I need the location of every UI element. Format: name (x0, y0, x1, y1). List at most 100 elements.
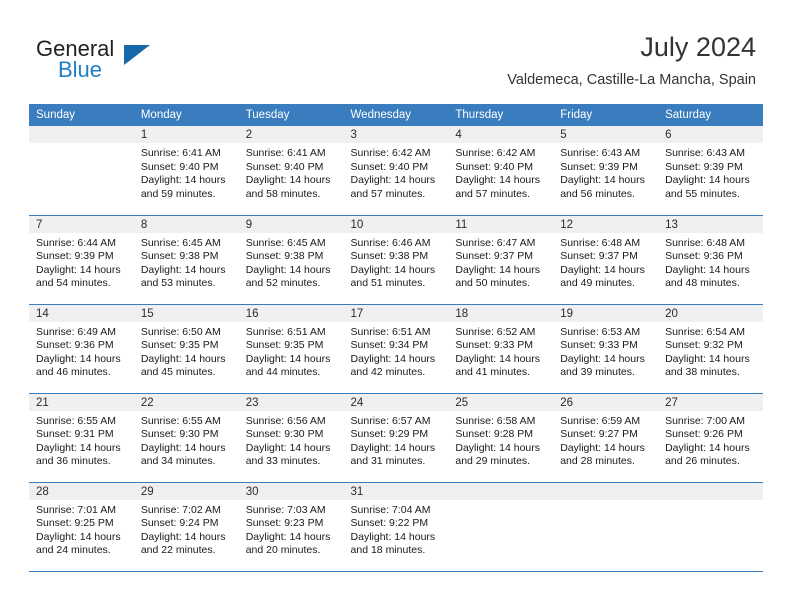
daylight-text-line1: Daylight: 14 hours (36, 530, 121, 543)
day-cell[interactable] (553, 481, 659, 571)
day-cell[interactable]: 31 Sunrise: 7:04 AM Sunset: 9:22 PM Dayl… (343, 481, 449, 571)
day-number: 10 (343, 215, 449, 233)
day-details: Sunrise: 7:03 AM Sunset: 9:23 PM Dayligh… (239, 500, 344, 558)
calendar-body: 1 Sunrise: 6:41 AM Sunset: 9:40 PM Dayli… (29, 126, 763, 571)
day-cell[interactable]: 12 Sunrise: 6:48 AM Sunset: 9:37 PM Dayl… (553, 214, 659, 304)
day-number: 7 (29, 215, 134, 233)
day-details: Sunrise: 6:41 AM Sunset: 9:40 PM Dayligh… (134, 143, 239, 201)
daylight-text-line2: and 39 minutes. (560, 366, 635, 379)
day-cell[interactable]: 26 Sunrise: 6:59 AM Sunset: 9:27 PM Dayl… (553, 392, 659, 482)
day-cell[interactable]: 27 Sunrise: 7:00 AM Sunset: 9:26 PM Dayl… (658, 392, 763, 482)
daylight-text-line2: and 49 minutes. (560, 277, 635, 290)
day-cell[interactable]: 25 Sunrise: 6:58 AM Sunset: 9:28 PM Dayl… (448, 392, 554, 482)
sunrise-text: Sunrise: 6:56 AM (245, 414, 326, 427)
sunset-text: Sunset: 9:25 PM (36, 517, 114, 530)
day-cell[interactable]: 13 Sunrise: 6:48 AM Sunset: 9:36 PM Dayl… (658, 214, 763, 304)
daylight-text-line1: Daylight: 14 hours (140, 352, 226, 365)
sunset-text: Sunset: 9:24 PM (140, 517, 219, 530)
daylight-text-line2: and 51 minutes. (350, 277, 426, 290)
day-number: 1 (133, 126, 239, 143)
sunset-text: Sunset: 9:40 PM (350, 160, 429, 173)
day-details: Sunrise: 6:51 AM Sunset: 9:34 PM Dayligh… (344, 322, 449, 380)
day-number: 23 (238, 393, 344, 411)
day-cell[interactable]: 16 Sunrise: 6:51 AM Sunset: 9:35 PM Dayl… (238, 303, 344, 393)
day-cell[interactable]: 23 Sunrise: 6:56 AM Sunset: 9:30 PM Dayl… (238, 392, 344, 482)
day-cell[interactable]: 7 Sunrise: 6:44 AM Sunset: 9:39 PM Dayli… (29, 214, 134, 304)
sunset-text: Sunset: 9:39 PM (560, 160, 638, 173)
page-header: General Blue July 2024 Valdemeca, Castil… (0, 0, 792, 100)
day-cell[interactable] (448, 481, 554, 571)
daylight-text-line1: Daylight: 14 hours (245, 530, 331, 543)
day-cell[interactable]: 4 Sunrise: 6:42 AM Sunset: 9:40 PM Dayli… (448, 126, 554, 215)
daylight-text-line2: and 48 minutes. (665, 277, 740, 290)
day-cell[interactable]: 10 Sunrise: 6:46 AM Sunset: 9:38 PM Dayl… (343, 214, 449, 304)
daylight-text-line2: and 52 minutes. (245, 277, 321, 290)
daylight-text-line2: and 33 minutes. (245, 455, 321, 468)
day-cell[interactable]: 19 Sunrise: 6:53 AM Sunset: 9:33 PM Dayl… (553, 303, 659, 393)
sunset-text: Sunset: 9:31 PM (36, 428, 114, 441)
sunset-text: Sunset: 9:36 PM (665, 250, 743, 263)
day-cell[interactable] (658, 481, 763, 571)
weekday-header-wednesday: Wednesday (343, 104, 449, 126)
day-cell[interactable]: 20 Sunrise: 6:54 AM Sunset: 9:32 PM Dayl… (658, 303, 763, 393)
daylight-text-line2: and 59 minutes. (140, 187, 216, 200)
weekday-header-thursday: Thursday (448, 104, 554, 126)
day-cell[interactable]: 8 Sunrise: 6:45 AM Sunset: 9:38 PM Dayli… (133, 214, 239, 304)
day-cell[interactable]: 1 Sunrise: 6:41 AM Sunset: 9:40 PM Dayli… (133, 126, 239, 215)
sunset-text: Sunset: 9:32 PM (665, 339, 743, 352)
day-cell[interactable]: 14 Sunrise: 6:49 AM Sunset: 9:36 PM Dayl… (29, 303, 134, 393)
day-cell[interactable]: 28 Sunrise: 7:01 AM Sunset: 9:25 PM Dayl… (29, 481, 134, 571)
day-cell[interactable]: 11 Sunrise: 6:47 AM Sunset: 9:37 PM Dayl… (448, 214, 554, 304)
daylight-text-line1: Daylight: 14 hours (245, 441, 331, 454)
daylight-text-line1: Daylight: 14 hours (36, 263, 121, 276)
day-number: 18 (448, 304, 554, 322)
daylight-text-line2: and 42 minutes. (350, 366, 426, 379)
day-number: 14 (29, 304, 134, 322)
sunrise-text: Sunrise: 6:51 AM (350, 325, 431, 338)
day-number: 19 (553, 304, 659, 322)
day-details: Sunrise: 7:04 AM Sunset: 9:22 PM Dayligh… (344, 500, 449, 558)
sunset-text: Sunset: 9:38 PM (245, 250, 324, 263)
calendar-bottom-border (29, 571, 763, 572)
day-number: 31 (343, 482, 449, 500)
day-cell[interactable]: 22 Sunrise: 6:55 AM Sunset: 9:30 PM Dayl… (133, 392, 239, 482)
daylight-text-line1: Daylight: 14 hours (350, 441, 436, 454)
daylight-text-line2: and 44 minutes. (245, 366, 321, 379)
sunset-text: Sunset: 9:36 PM (36, 339, 114, 352)
day-number: 24 (343, 393, 449, 411)
day-cell[interactable]: 3 Sunrise: 6:42 AM Sunset: 9:40 PM Dayli… (343, 126, 449, 215)
sunrise-text: Sunrise: 6:51 AM (245, 325, 326, 338)
daylight-text-line2: and 57 minutes. (350, 187, 426, 200)
day-cell[interactable]: 29 Sunrise: 7:02 AM Sunset: 9:24 PM Dayl… (133, 481, 239, 571)
daylight-text-line2: and 36 minutes. (36, 455, 111, 468)
sunrise-text: Sunrise: 6:52 AM (455, 325, 536, 338)
daylight-text-line2: and 54 minutes. (36, 277, 111, 290)
sunrise-text: Sunrise: 7:00 AM (665, 414, 746, 427)
day-cell[interactable]: 17 Sunrise: 6:51 AM Sunset: 9:34 PM Dayl… (343, 303, 449, 393)
daylight-text-line1: Daylight: 14 hours (140, 441, 226, 454)
general-blue-logo[interactable]: General Blue (36, 36, 166, 84)
day-cell[interactable]: 21 Sunrise: 6:55 AM Sunset: 9:31 PM Dayl… (29, 392, 134, 482)
day-cell[interactable]: 2 Sunrise: 6:41 AM Sunset: 9:40 PM Dayli… (238, 126, 344, 215)
day-cell[interactable]: 6 Sunrise: 6:43 AM Sunset: 9:39 PM Dayli… (658, 126, 763, 215)
daylight-text-line2: and 53 minutes. (140, 277, 216, 290)
day-cell[interactable] (29, 126, 134, 215)
sunset-text: Sunset: 9:29 PM (350, 428, 429, 441)
day-cell[interactable]: 15 Sunrise: 6:50 AM Sunset: 9:35 PM Dayl… (133, 303, 239, 393)
daylight-text-line2: and 22 minutes. (140, 544, 216, 557)
sunset-text: Sunset: 9:27 PM (560, 428, 638, 441)
day-cell[interactable]: 5 Sunrise: 6:43 AM Sunset: 9:39 PM Dayli… (553, 126, 659, 215)
sunrise-text: Sunrise: 6:48 AM (665, 236, 746, 249)
sunrise-text: Sunrise: 6:54 AM (665, 325, 746, 338)
day-cell[interactable]: 30 Sunrise: 7:03 AM Sunset: 9:23 PM Dayl… (238, 481, 344, 571)
day-cell[interactable]: 18 Sunrise: 6:52 AM Sunset: 9:33 PM Dayl… (448, 303, 554, 393)
day-number (658, 482, 763, 500)
page-subtitle-location: Valdemeca, Castille-La Mancha, Spain (507, 72, 756, 88)
day-number: 12 (553, 215, 659, 233)
day-cell[interactable]: 24 Sunrise: 6:57 AM Sunset: 9:29 PM Dayl… (343, 392, 449, 482)
day-cell[interactable]: 9 Sunrise: 6:45 AM Sunset: 9:38 PM Dayli… (238, 214, 344, 304)
day-number: 17 (343, 304, 449, 322)
sunset-text: Sunset: 9:26 PM (665, 428, 743, 441)
day-number: 13 (658, 215, 763, 233)
sunset-text: Sunset: 9:37 PM (455, 250, 534, 263)
